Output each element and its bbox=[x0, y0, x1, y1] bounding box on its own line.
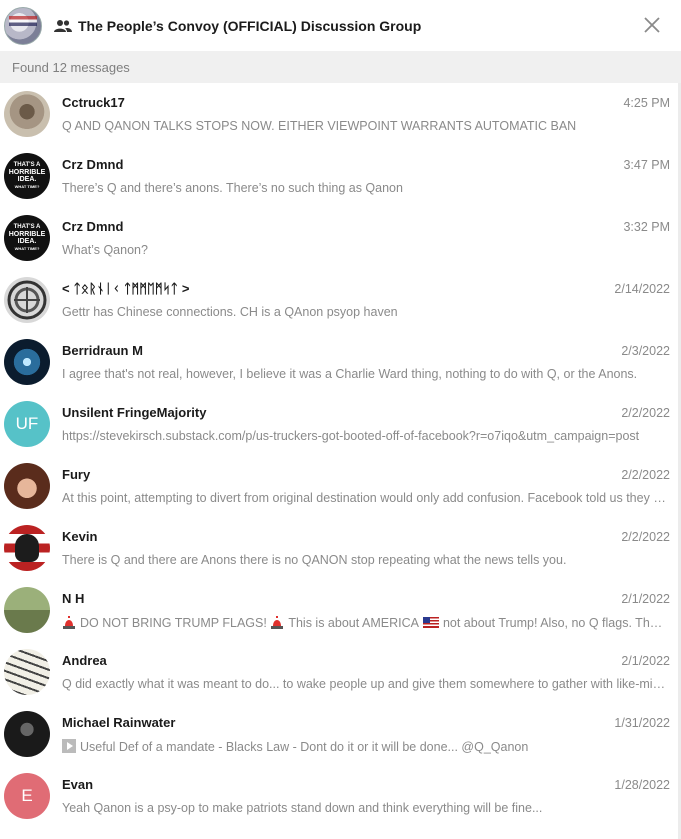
message-result-item[interactable]: E Evan 1/28/2022 Yeah Qanon is a psy-op to … bbox=[0, 765, 681, 827]
siren-icon bbox=[63, 616, 75, 629]
video-thumbnail-icon bbox=[62, 739, 76, 753]
close-icon bbox=[644, 17, 660, 33]
avatar[interactable] bbox=[4, 277, 50, 323]
badge-line: IDEA. bbox=[17, 176, 37, 183]
search-results-bar: Found 12 messages bbox=[0, 51, 681, 83]
sender-name: Cctruck17 bbox=[62, 95, 125, 110]
avatar[interactable]: THAT'S A HORRIBLE IDEA. WHAT TIME? bbox=[4, 215, 50, 261]
sender-name: < ᛏᛟᚱᚾᛁᚲ ᛏᛗᛗᛖᛗᛋᛏ > bbox=[62, 281, 190, 296]
preview-text: not about Trump! Also, no Q flags. Thank… bbox=[442, 616, 669, 630]
found-count: Found 12 messages bbox=[12, 59, 130, 75]
message-time: 1/31/2022 bbox=[614, 716, 670, 730]
message-preview: At this point, attempting to divert from… bbox=[62, 491, 669, 505]
sender-name: Kevin bbox=[62, 529, 98, 544]
close-button[interactable] bbox=[641, 14, 663, 36]
group-avatar[interactable] bbox=[4, 6, 42, 45]
message-result-item[interactable]: < ᛏᛟᚱᚾᛁᚲ ᛏᛗᛗᛖᛗᛋᛏ > 2/14/2022 Gettr has Chi… bbox=[0, 269, 681, 331]
message-time: 2/14/2022 bbox=[614, 282, 670, 296]
message-preview: Q did exactly what it was meant to do...… bbox=[62, 677, 669, 691]
avatar-initials: UF bbox=[15, 414, 39, 433]
avatar[interactable]: UF bbox=[4, 401, 50, 447]
preview-text: DO NOT BRING TRUMP FLAGS! bbox=[80, 616, 267, 630]
avatar[interactable] bbox=[4, 711, 50, 757]
avatar[interactable] bbox=[4, 649, 50, 695]
message-result-item[interactable]: Michael Rainwater 1/31/2022 Useful Def of … bbox=[0, 703, 681, 765]
message-time: 2/3/2022 bbox=[621, 344, 670, 358]
chat-title: The People’s Convoy (OFFICIAL) Discussio… bbox=[78, 17, 422, 34]
avatar[interactable] bbox=[4, 463, 50, 509]
avatar[interactable] bbox=[4, 587, 50, 633]
message-result-item[interactable]: THAT'S A HORRIBLE IDEA. WHAT TIME? Crz Dm… bbox=[0, 207, 681, 269]
message-result-item[interactable]: Berridraun M 2/3/2022 I agree that's not r… bbox=[0, 331, 681, 393]
sender-name: Berridraun M bbox=[62, 343, 143, 358]
sender-name: Michael Rainwater bbox=[62, 715, 176, 730]
message-preview: Yeah Qanon is a psy-op to make patriots … bbox=[62, 801, 543, 815]
message-preview: DO NOT BRING TRUMP FLAGS! This is about … bbox=[62, 615, 669, 630]
message-preview: What’s Qanon? bbox=[62, 243, 148, 257]
message-time: 2/1/2022 bbox=[621, 592, 670, 606]
message-preview: Useful Def of a mandate - Blacks Law - D… bbox=[62, 739, 669, 754]
message-result-item[interactable]: Kevin 2/2/2022 There is Q and there are An… bbox=[0, 517, 681, 579]
message-preview: Q AND QANON TALKS STOPS NOW. EITHER VIEW… bbox=[62, 119, 577, 133]
message-result-item[interactable]: Fury 2/2/2022 At this point, attempting to… bbox=[0, 455, 681, 517]
chat-header: The People’s Convoy (OFFICIAL) Discussio… bbox=[0, 0, 681, 51]
sender-name: Crz Dmnd bbox=[62, 219, 124, 234]
avatar[interactable] bbox=[4, 91, 50, 137]
siren-icon bbox=[271, 616, 284, 629]
sender-name: Andrea bbox=[62, 653, 107, 668]
message-time: 2/2/2022 bbox=[621, 406, 670, 420]
message-time: 2/2/2022 bbox=[621, 468, 670, 482]
message-results-list: Cctruck17 4:25 PM Q AND QANON TALKS STOPS … bbox=[0, 83, 681, 827]
us-flag-icon bbox=[422, 617, 439, 628]
message-preview: I agree that's not real, however, I beli… bbox=[62, 367, 638, 381]
avatar[interactable]: E bbox=[4, 773, 50, 819]
sender-name: Unsilent FringeMajority bbox=[62, 405, 207, 420]
message-result-item[interactable]: Cctruck17 4:25 PM Q AND QANON TALKS STOPS … bbox=[0, 83, 681, 145]
message-time: 1/28/2022 bbox=[614, 778, 670, 792]
avatar[interactable] bbox=[4, 525, 50, 571]
preview-text: Useful Def of a mandate - Blacks Law - D… bbox=[80, 740, 529, 754]
message-result-item[interactable]: Andrea 2/1/2022 Q did exactly what it was … bbox=[0, 641, 681, 703]
message-time: 4:25 PM bbox=[623, 96, 670, 110]
message-time: 2/1/2022 bbox=[621, 654, 670, 668]
message-result-item[interactable]: UF Unsilent FringeMajority 2/2/2022 https:/… bbox=[0, 393, 681, 455]
avatar[interactable] bbox=[4, 339, 50, 385]
badge-line: WHAT TIME? bbox=[14, 246, 40, 251]
preview-text: This is about AMERICA bbox=[288, 616, 419, 630]
sender-name: Fury bbox=[62, 467, 91, 482]
badge-line: HORRIBLE bbox=[8, 169, 46, 176]
message-result-item[interactable]: THAT'S A HORRIBLE IDEA. WHAT TIME? Crz Dm… bbox=[0, 145, 681, 207]
message-preview: There is Q and there are Anons there is … bbox=[62, 553, 567, 567]
avatar[interactable]: THAT'S A HORRIBLE IDEA. WHAT TIME? bbox=[4, 153, 50, 199]
avatar-initials: E bbox=[21, 786, 33, 805]
message-result-item[interactable]: N H 2/1/2022 DO NOT BRING TRUMP FLAGS! Thi… bbox=[0, 579, 681, 641]
badge-line: THAT'S A bbox=[13, 162, 41, 168]
message-preview: https://stevekirsch.substack.com/p/us-tr… bbox=[62, 429, 640, 443]
badge-line: WHAT TIME? bbox=[14, 184, 40, 189]
sender-name: Crz Dmnd bbox=[62, 157, 124, 172]
badge-line: IDEA. bbox=[17, 238, 37, 245]
group-icon bbox=[54, 19, 72, 33]
badge-line: HORRIBLE bbox=[8, 231, 46, 238]
sender-name: Evan bbox=[62, 777, 94, 792]
message-time: 2/2/2022 bbox=[621, 530, 670, 544]
message-preview: There’s Q and there’s anons. There’s no … bbox=[62, 181, 403, 195]
sender-name: N H bbox=[62, 591, 85, 606]
badge-line: THAT'S A bbox=[13, 224, 41, 230]
message-time: 3:47 PM bbox=[623, 158, 670, 172]
message-time: 3:32 PM bbox=[623, 220, 670, 234]
message-preview: Gettr has Chinese connections. CH is a Q… bbox=[62, 305, 398, 319]
